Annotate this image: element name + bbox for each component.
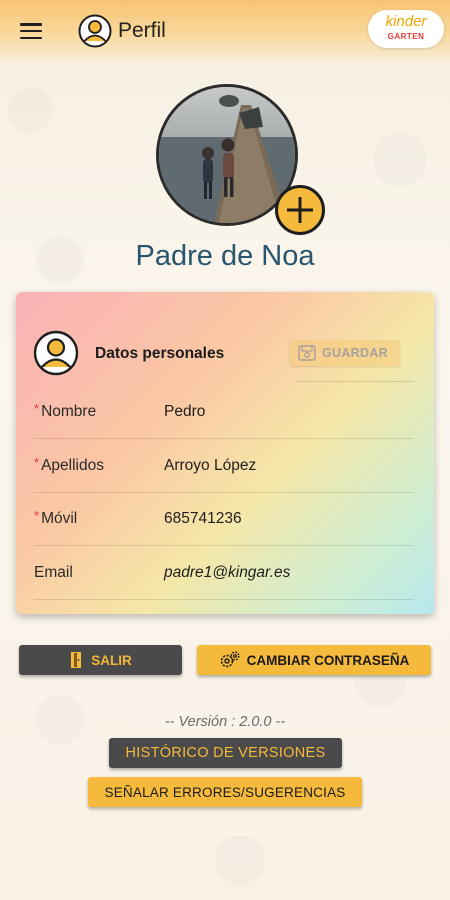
field-row-apellidos[interactable]: * Apellidos Arroyo López: [34, 439, 414, 493]
logout-button[interactable]: SALIR: [19, 645, 182, 675]
personal-data-card: Datos personales GUARDAR * Nombre Pedro *…: [16, 292, 434, 614]
version-text: -- Versión : 2.0.0 --: [164, 714, 286, 730]
user-avatar-icon[interactable]: [78, 14, 112, 48]
hamburger-icon[interactable]: [18, 20, 44, 42]
profile-name: Padre de Noa: [135, 240, 315, 272]
kindergarten-logo: kinder GARTEN: [368, 10, 444, 48]
save-button-label: GUARDAR: [322, 346, 388, 360]
change-password-label: CAMBIAR CONTRASEÑA: [246, 652, 410, 668]
field-value-movil[interactable]: 685741236: [164, 510, 242, 528]
required-marker: *: [34, 508, 40, 523]
card-title: Datos personales: [95, 345, 225, 362]
change-password-button[interactable]: CAMBIAR CONTRASEÑA: [197, 645, 431, 675]
gears-icon: [219, 650, 241, 670]
logout-label: SALIR: [91, 652, 132, 668]
version-history-label: HISTÓRICO DE VERSIONES: [125, 745, 326, 761]
profile-photo-image: [159, 87, 295, 223]
field-label-email: Email: [34, 564, 73, 581]
field-row-nombre[interactable]: * Nombre Pedro: [34, 385, 414, 439]
field-label-nombre: * Nombre: [34, 401, 97, 420]
page-title: Perfil: [118, 19, 166, 42]
required-marker: *: [34, 401, 40, 416]
report-errors-button[interactable]: SEÑALAR ERRORES/SUGERENCIAS: [88, 777, 362, 807]
field-value-nombre[interactable]: Pedro: [164, 403, 205, 421]
version-history-button[interactable]: HISTÓRICO DE VERSIONES: [109, 738, 342, 768]
save-button[interactable]: GUARDAR: [290, 340, 400, 366]
user-avatar-icon: [33, 330, 79, 376]
field-value-apellidos[interactable]: Arroyo López: [164, 457, 256, 475]
app-header: Perfil kinder GARTEN: [0, 0, 450, 64]
field-row-email[interactable]: Email padre1@kingar.es: [34, 546, 414, 600]
header-divider: [294, 381, 414, 382]
exit-door-icon: [69, 651, 85, 669]
add-photo-button[interactable]: [275, 185, 325, 235]
save-icon: [298, 345, 316, 361]
field-label-apellidos: * Apellidos: [34, 455, 104, 474]
field-row-movil[interactable]: * Móvil 685741236: [34, 492, 414, 546]
logo-text-top: kinder: [385, 13, 427, 30]
report-errors-label: SEÑALAR ERRORES/SUGERENCIAS: [104, 784, 346, 800]
required-marker: *: [34, 455, 40, 470]
field-value-email[interactable]: padre1@kingar.es: [164, 564, 290, 582]
field-label-movil: * Móvil: [34, 508, 78, 527]
logo-text-bottom: GARTEN: [387, 32, 425, 41]
